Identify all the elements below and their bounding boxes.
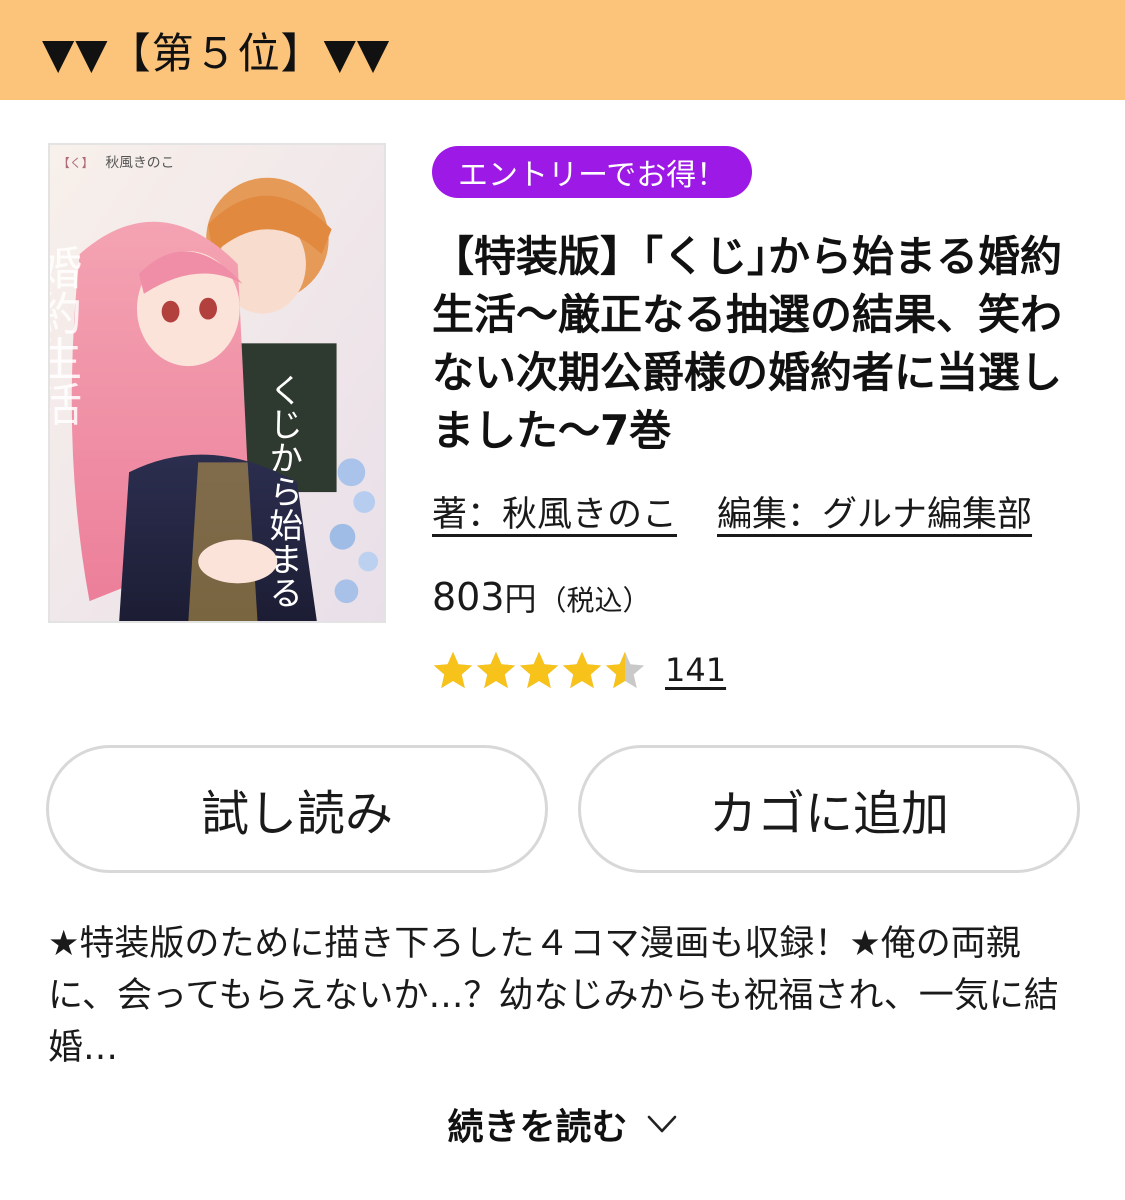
star-icon	[476, 651, 516, 689]
cover-tag-text: 【く】	[58, 156, 94, 170]
price: 803 円（税込）	[432, 574, 651, 620]
book-description: ★特装版のために描き下ろした４コマ漫画も収録！★俺の両親に、会ってもらえないか……	[48, 924, 1059, 1068]
rank-header: ▼▼【第５位】▼▼	[0, 0, 1125, 100]
book-cover-image: 秋風きのこ 【く】 婚約生活 くじから始まる	[50, 145, 384, 621]
price-amount: 803	[432, 575, 505, 619]
author-link[interactable]: 著：秋風きのこ	[432, 495, 677, 535]
entry-campaign-badge: エントリーでお得！	[432, 146, 753, 198]
cover-subtitle-text: 婚約生活	[50, 244, 82, 426]
review-count-link[interactable]: 141	[665, 651, 726, 689]
star-icon	[605, 651, 645, 689]
chevron-down-icon	[647, 1115, 676, 1133]
rank-label: ▼▼【第５位】▼▼	[42, 28, 391, 78]
price-unit: 円	[504, 580, 537, 618]
read-more-label[interactable]: 続きを読む	[447, 1098, 627, 1150]
cover-author-text: 秋風きのこ	[105, 155, 174, 171]
badge-label: エントリーでお得！	[458, 158, 727, 193]
trial-read-button[interactable]: 試し読み	[46, 745, 548, 873]
editor-link[interactable]: 編集：グルナ編集部	[717, 495, 1032, 535]
rating: 141	[432, 650, 726, 690]
book-credits[interactable]: 著：秋風きのこ 編集：グルナ編集部	[432, 486, 1032, 537]
star-icon	[519, 651, 559, 689]
star-icon	[433, 651, 473, 689]
star-icon	[562, 651, 602, 689]
book-title[interactable]: 【特装版】｢くじ｣から始まる婚約生活～厳正なる抽選の結果、笑わない次期公爵様の婚…	[432, 228, 1082, 460]
read-more-toggle[interactable]: 続きを読む	[0, 1098, 1125, 1150]
star-rating	[432, 650, 647, 690]
price-tax-note: （税込）	[538, 584, 651, 617]
book-cover[interactable]: 秋風きのこ 【く】 婚約生活 くじから始まる	[48, 143, 386, 623]
cover-title-text: くじから始まる	[264, 373, 303, 609]
add-to-cart-button[interactable]: カゴに追加	[578, 745, 1080, 873]
